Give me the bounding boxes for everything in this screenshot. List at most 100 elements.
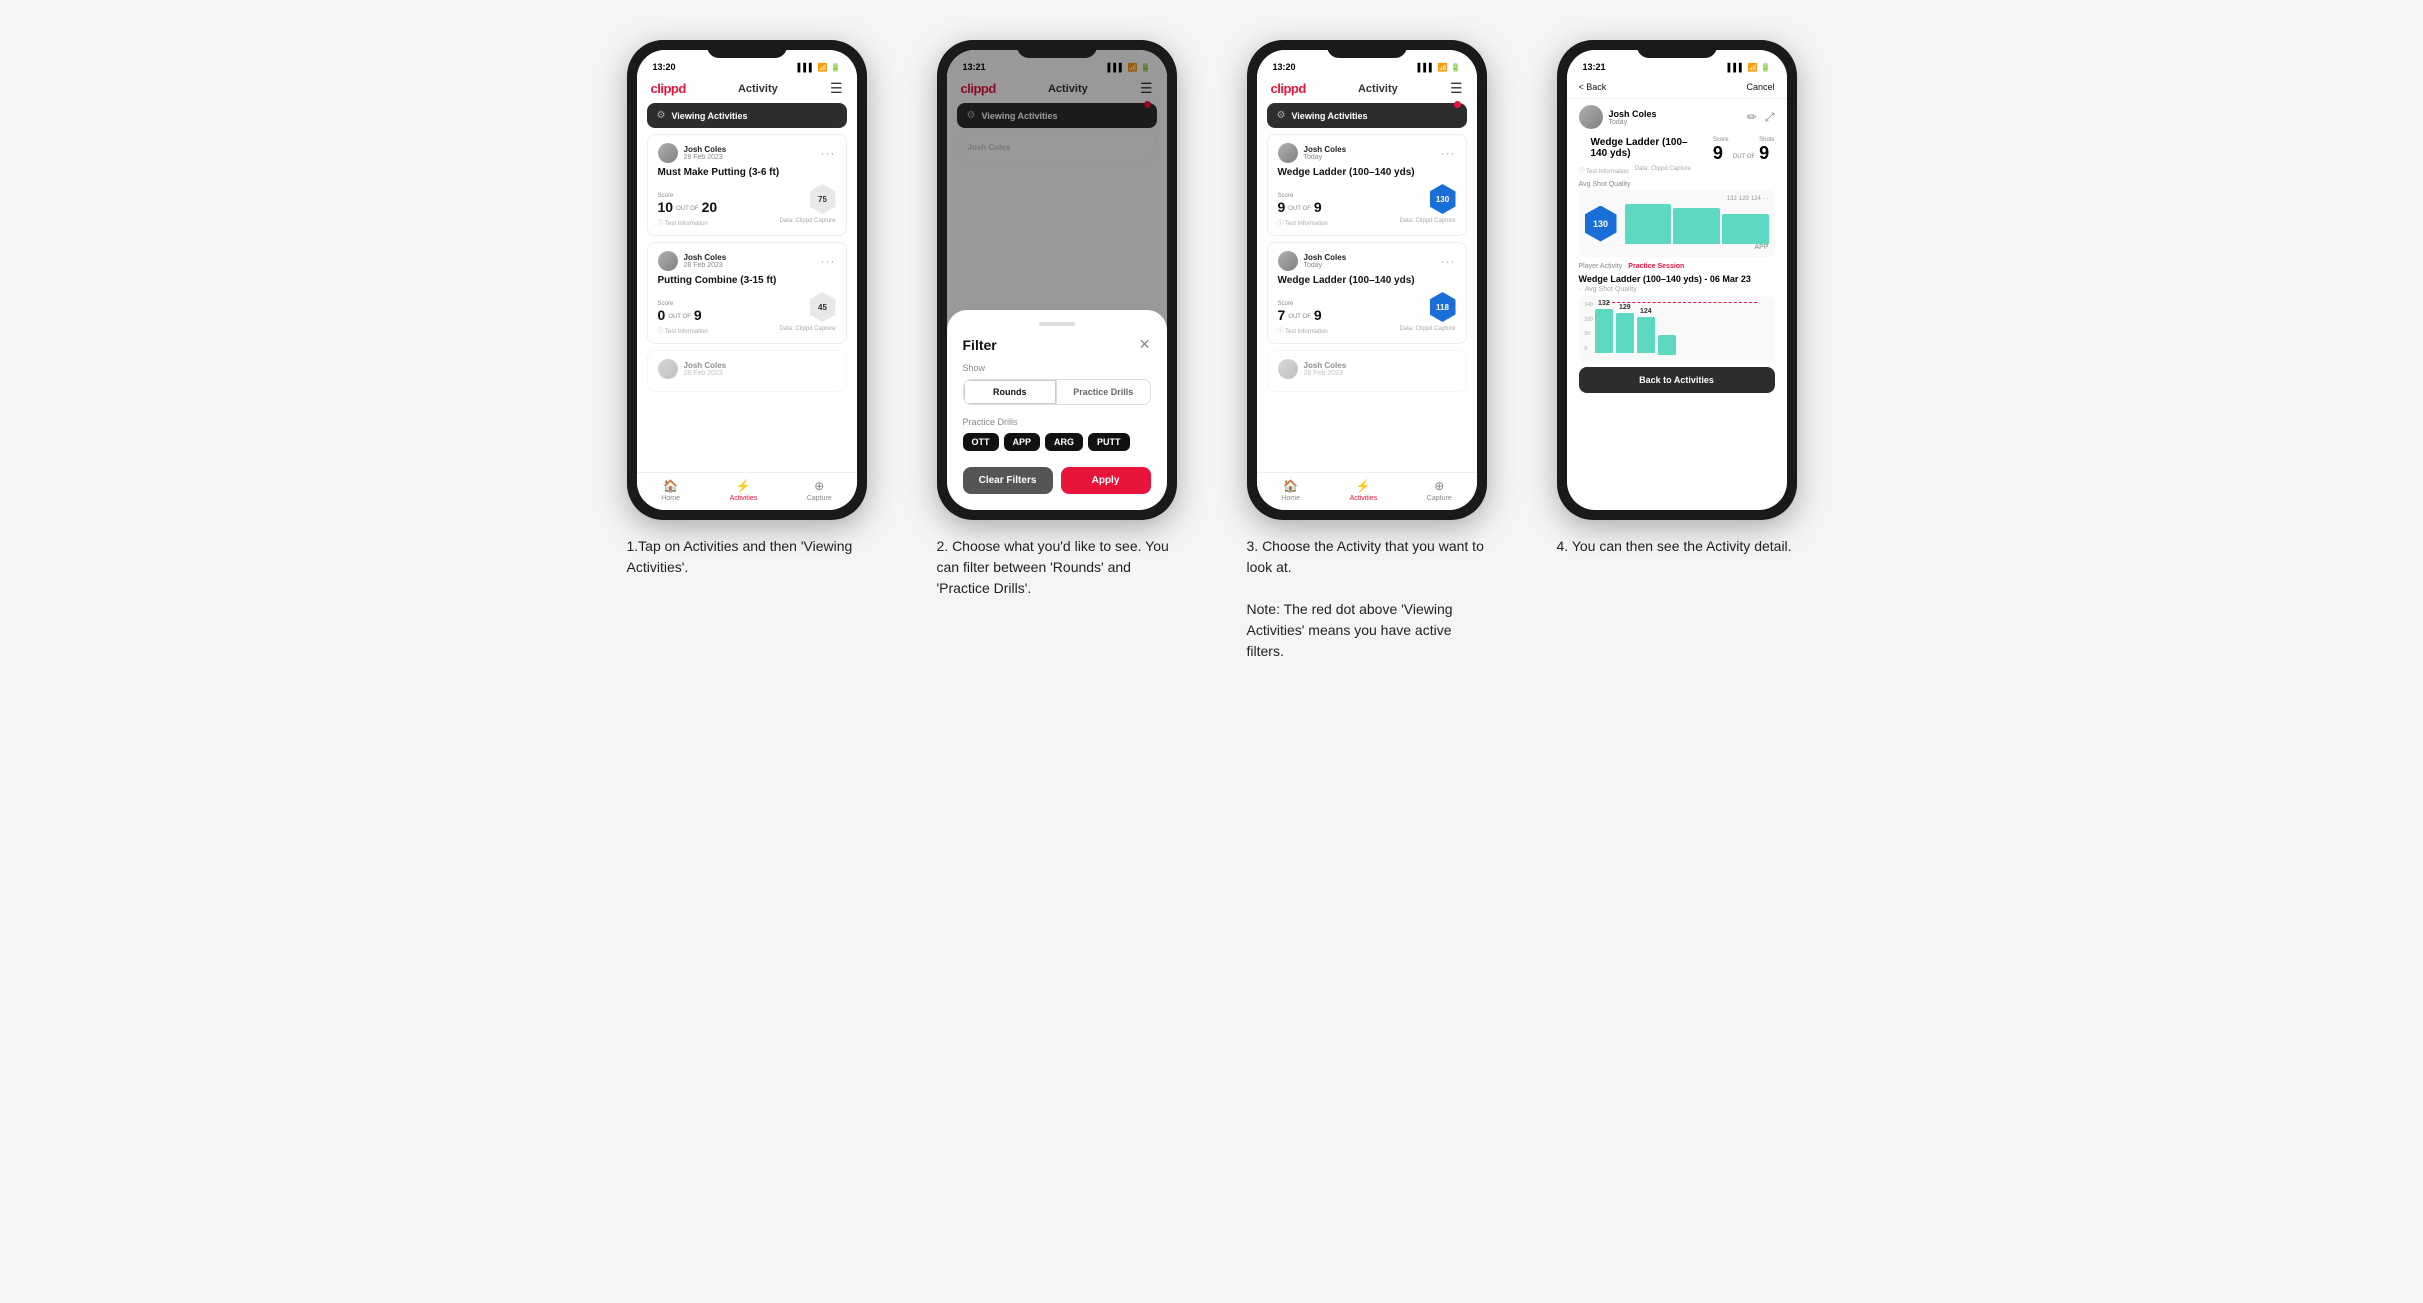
card-title-3-1: Wedge Ladder (100–140 yds) <box>1278 167 1456 178</box>
activity-card-1-2[interactable]: Josh Coles 28 Feb 2023 ··· Putting Combi… <box>647 242 847 344</box>
more-icon-3-1[interactable]: ··· <box>1441 146 1456 160</box>
bottom-nav-activities-1[interactable]: ⚡ Activities <box>730 479 758 502</box>
clear-filters-btn-2[interactable]: Clear Filters <box>963 467 1053 494</box>
bottom-nav-capture-3[interactable]: ⊕ Capture <box>1427 479 1452 502</box>
more-icon-1-2[interactable]: ··· <box>821 254 836 268</box>
stat-out-of-1-1: 10 OUT OF 20 <box>658 200 718 214</box>
activity-card-3-1[interactable]: Josh Coles Today ··· Wedge Ladder (100–1… <box>1267 134 1467 236</box>
card-user-1-3: Josh Coles 28 Feb 2023 <box>658 359 727 379</box>
step-desc-2: 2. Choose what you'd like to see. You ca… <box>937 536 1177 599</box>
card-user-3-3: Josh Coles 28 Feb 2023 <box>1278 359 1347 379</box>
viewing-banner-3[interactable]: ⚙ Viewing Activities <box>1267 103 1467 128</box>
step-2: 13:21 ▌▌▌ 📶 🔋 clippd Activity ☰ ⚙ Viewin… <box>917 40 1197 599</box>
footer-left-1-1: ⓘ Test Information <box>658 218 708 227</box>
chip-app-2[interactable]: APP <box>1004 433 1041 451</box>
big-bar-1 <box>1595 309 1613 353</box>
menu-icon-1[interactable]: ☰ <box>830 80 843 97</box>
activity-card-1-1[interactable]: Josh Coles 28 Feb 2023 ··· Must Make Put… <box>647 134 847 236</box>
stat-out-of-3-1: 9 OUT OF 9 <box>1278 200 1322 214</box>
step-desc-3: 3. Choose the Activity that you want to … <box>1247 536 1487 662</box>
sq-badge-1-2: 45 <box>810 292 836 322</box>
mini-bar-chart-4: 132 129 124 ··· <box>1625 196 1769 251</box>
bar-1 <box>1625 204 1672 244</box>
avatar-3-1 <box>1278 143 1298 163</box>
viewing-banner-1[interactable]: ⚙ Viewing Activities <box>647 103 847 128</box>
filter-handle-2 <box>1039 322 1075 326</box>
back-btn-4[interactable]: < Back <box>1579 82 1607 92</box>
notch-1 <box>707 40 787 58</box>
capture-label-3: Capture <box>1427 495 1452 502</box>
chip-arg-2[interactable]: ARG <box>1045 433 1083 451</box>
cancel-btn-4[interactable]: Cancel <box>1746 82 1774 92</box>
footer-right-3-2: Data: Clippd Capture <box>1399 326 1455 335</box>
activity-card-3-3[interactable]: Josh Coles 28 Feb 2023 <box>1267 350 1467 392</box>
capture-icon-1: ⊕ <box>814 479 824 493</box>
chip-putt-2[interactable]: PUTT <box>1088 433 1130 451</box>
footer-left-3-2: ⓘ Test Information <box>1278 326 1328 335</box>
score-num-4: 9 <box>1713 143 1729 164</box>
big-bar-3 <box>1637 317 1655 353</box>
avg-sq-subtitle-4: ·· Avg Shot Quality <box>1567 286 1787 296</box>
toggle-rounds-2[interactable]: Rounds <box>964 380 1057 404</box>
nav-title-1: Activity <box>738 83 778 95</box>
y-0: 0 <box>1585 346 1593 352</box>
chart-val-3: 124 ··· <box>1751 196 1769 202</box>
big-bar-val-3: 124 <box>1640 308 1652 315</box>
more-icon-3-2[interactable]: ··· <box>1441 254 1456 268</box>
out-of-3-2: OUT OF <box>1288 314 1311 320</box>
card-title-3-2: Wedge Ladder (100–140 yds) <box>1278 275 1456 286</box>
signal-icon-3: ▌▌▌ <box>1418 63 1435 72</box>
detail-actions-4: ✏ ⤢ <box>1747 110 1775 125</box>
time-3: 13:20 <box>1273 62 1296 72</box>
capture-label-1: Capture <box>807 495 832 502</box>
more-icon-1-1[interactable]: ··· <box>821 146 836 160</box>
chart-val-2: 129 <box>1739 196 1749 202</box>
bottom-nav-capture-1[interactable]: ⊕ Capture <box>807 479 832 502</box>
shots-val-3-2: 9 <box>1314 308 1322 322</box>
card-user-3-1: Josh Coles Today <box>1278 143 1347 163</box>
edit-icon-4[interactable]: ✏ <box>1747 110 1757 125</box>
user-info-1-1: Josh Coles 28 Feb 2023 <box>684 145 727 161</box>
activity-card-1-3[interactable]: Josh Coles 28 Feb 2023 <box>647 350 847 392</box>
show-label-2: Show <box>963 363 1151 373</box>
y-axis-4: 140 100 50 0 <box>1585 302 1593 352</box>
phone-4: 13:21 ▌▌▌ 📶 🔋 < Back Cancel Josh Coles <box>1557 40 1797 520</box>
user-date-1-1: 28 Feb 2023 <box>684 154 727 161</box>
filter-close-2[interactable]: ✕ <box>1139 336 1151 353</box>
toggle-practice-2[interactable]: Practice Drills <box>1056 380 1150 404</box>
chip-ott-2[interactable]: OTT <box>963 433 999 451</box>
avatar-4 <box>1579 105 1603 129</box>
sq-badge-3-2: 118 <box>1430 292 1456 322</box>
shots-val-1-2: 9 <box>694 308 702 322</box>
bar-col-1 <box>1625 204 1672 244</box>
filter-chips-2: OTT APP ARG PUTT <box>963 433 1151 451</box>
big-bars-row-4: 132 129 124 <box>1595 305 1769 355</box>
apply-btn-2[interactable]: Apply <box>1061 467 1151 494</box>
back-to-activities-btn-4[interactable]: Back to Activities <box>1579 367 1775 393</box>
big-bar-val-1: 132 <box>1598 300 1610 307</box>
menu-icon-3[interactable]: ☰ <box>1450 80 1463 97</box>
footer-right-1-1: Data: Clippd Capture <box>779 218 835 227</box>
expand-icon-4[interactable]: ⤢ <box>1765 110 1775 125</box>
card-user-3-2: Josh Coles Today <box>1278 251 1347 271</box>
activity-card-3-2[interactable]: Josh Coles Today ··· Wedge Ladder (100–1… <box>1267 242 1467 344</box>
card-header-3-3: Josh Coles 28 Feb 2023 <box>1278 359 1456 379</box>
step-1: 13:20 ▌▌▌ 📶 🔋 clippd Activity ☰ ⚙ Viewin… <box>607 40 887 578</box>
card-stats-3-1: Score 9 OUT OF 9 130 <box>1278 184 1456 214</box>
user-name-3-1: Josh Coles <box>1304 145 1347 154</box>
footer-right-3-1: Data: Clippd Capture <box>1399 218 1455 227</box>
card-header-1-1: Josh Coles 28 Feb 2023 ··· <box>658 143 836 163</box>
time-4: 13:21 <box>1583 62 1606 72</box>
detail-header-4: < Back Cancel <box>1567 76 1787 99</box>
red-dot-3 <box>1454 101 1461 108</box>
card-footer-3-2: ⓘ Test Information Data: Clippd Capture <box>1278 326 1456 335</box>
nav-bar-3: clippd Activity ☰ <box>1257 76 1477 103</box>
user-info-1-2: Josh Coles 28 Feb 2023 <box>684 253 727 269</box>
sq-badge-1-1: 75 <box>810 184 836 214</box>
bottom-nav-home-1[interactable]: 🏠 Home <box>661 479 680 502</box>
bottom-nav-home-3[interactable]: 🏠 Home <box>1281 479 1300 502</box>
user-name-1-2: Josh Coles <box>684 253 727 262</box>
footer-right-1-2: Data: Clippd Capture <box>779 326 835 335</box>
footer-left-3-1: ⓘ Test Information <box>1278 218 1328 227</box>
bottom-nav-activities-3[interactable]: ⚡ Activities <box>1350 479 1378 502</box>
